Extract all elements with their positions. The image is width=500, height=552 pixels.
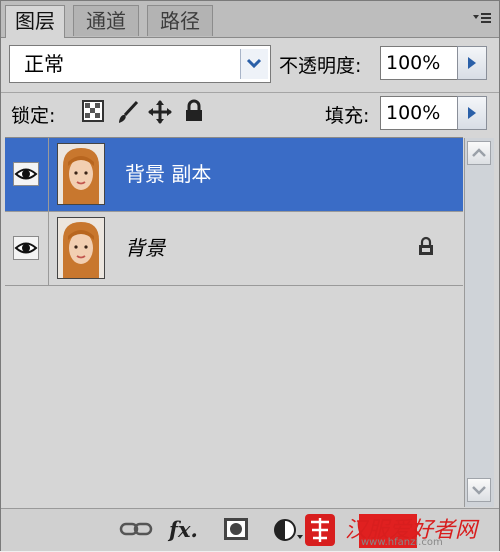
panel-tab-bar: 图层 通道 路径	[1, 1, 499, 38]
fill-label: 填充:	[325, 105, 370, 127]
scroll-up-icon[interactable]	[467, 141, 491, 165]
layer-row-background[interactable]: 背景	[5, 212, 463, 286]
lock-paint-icon[interactable]	[115, 99, 141, 125]
visibility-cell	[5, 212, 49, 285]
layer-list-scrollbar[interactable]	[464, 138, 494, 507]
chevron-down-icon[interactable]	[240, 49, 268, 79]
layer-name[interactable]: 背景	[125, 212, 165, 285]
blend-mode-value: 正常	[24, 52, 64, 76]
lock-position-icon[interactable]	[147, 99, 173, 125]
fill-slider-button[interactable]	[457, 96, 487, 130]
watermark-logo-image: 汉服爱好者网 www.hfanzi.com	[305, 514, 480, 548]
scroll-down-icon[interactable]	[467, 478, 491, 502]
opacity-label: 不透明度:	[279, 55, 362, 77]
blend-mode-select[interactable]: 正常	[9, 45, 271, 83]
layer-name[interactable]: 背景 副本	[125, 138, 211, 211]
layer-thumbnail	[57, 217, 105, 279]
tab-paths[interactable]: 路径	[147, 5, 213, 36]
panel-menu-icon[interactable]	[471, 9, 493, 29]
lock-transparent-icon[interactable]	[81, 99, 107, 125]
opacity-slider-button[interactable]	[457, 46, 487, 80]
visibility-cell	[5, 138, 49, 211]
divider	[1, 92, 499, 93]
watermark-logo: 汉服爱好者网 www.hfanzi.com	[301, 512, 497, 548]
layers-panel: 图层 通道 路径 正常 不透明度: 100% 锁定: 填充: 100% 背景 副…	[0, 0, 500, 551]
layer-bottom-toolbar: fx. 汉服爱好者网 www.hfanzi.com	[1, 508, 499, 551]
layer-row-background-copy[interactable]: 背景 副本	[5, 138, 463, 212]
mask-icon[interactable]	[223, 517, 249, 543]
link-layers-icon[interactable]	[119, 517, 153, 543]
lock-all-icon[interactable]	[183, 99, 209, 125]
layer-lock-icon	[417, 236, 435, 260]
eye-icon[interactable]	[13, 236, 39, 260]
layer-thumbnail	[57, 143, 105, 205]
tab-channels[interactable]: 通道	[73, 5, 139, 36]
lock-label: 锁定:	[11, 105, 56, 127]
fx-icon[interactable]: fx.	[169, 517, 198, 543]
fill-input[interactable]: 100%	[380, 96, 460, 130]
layer-list: 背景 副本 背景	[5, 137, 463, 508]
eye-icon[interactable]	[13, 162, 39, 186]
opacity-input[interactable]: 100%	[380, 46, 460, 80]
tab-layers[interactable]: 图层	[5, 5, 65, 38]
svg-text:www.hfanzi.com: www.hfanzi.com	[361, 537, 443, 548]
